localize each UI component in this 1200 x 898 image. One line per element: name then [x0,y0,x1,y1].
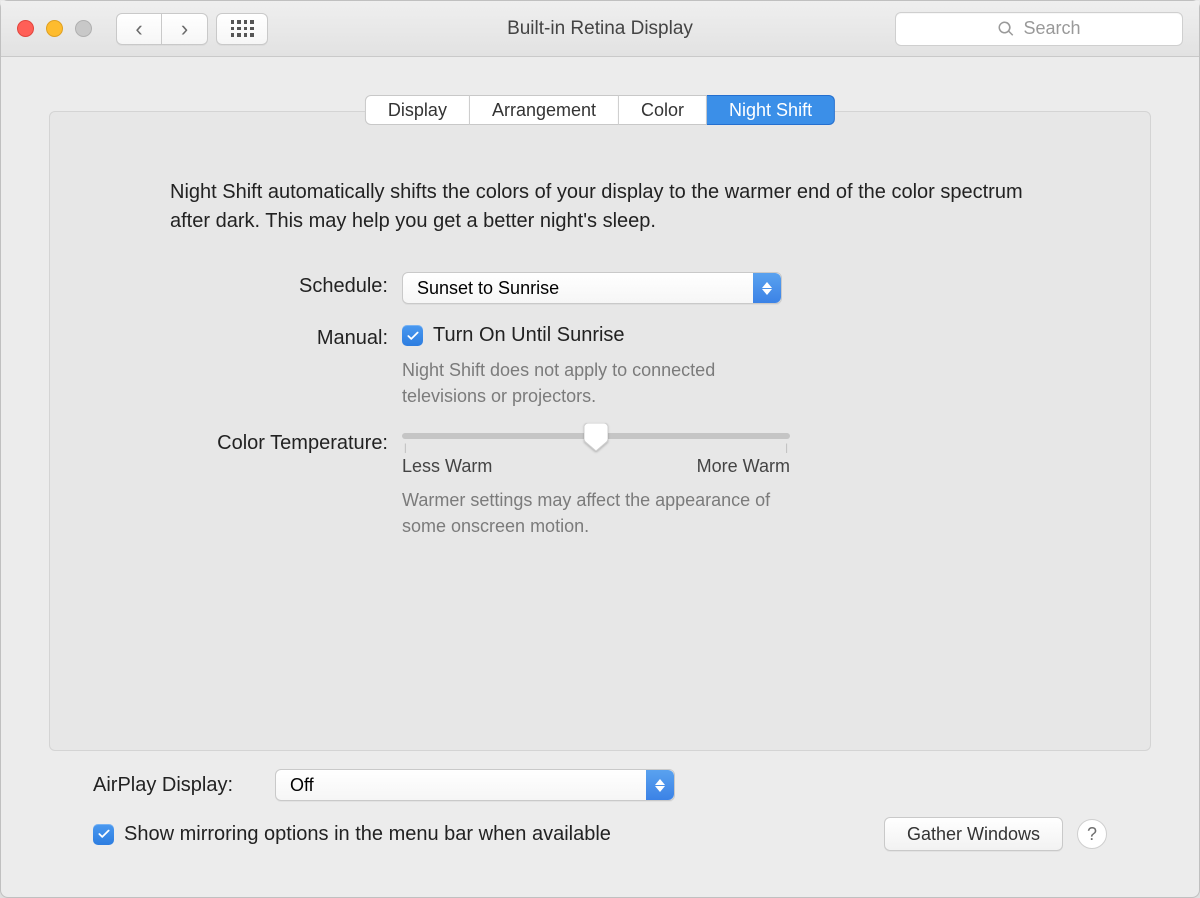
help-button[interactable]: ? [1077,819,1107,849]
temperature-row: Color Temperature: || Less Warm More War… [170,429,1030,539]
grid-icon [231,20,254,37]
search-placeholder: Search [1023,18,1080,39]
footer: AirPlay Display: Off Show [49,751,1151,873]
checkmark-icon [97,827,111,841]
help-icon: ? [1087,824,1097,845]
preferences-window: ‹ › Built-in Retina Display Search Displ… [0,0,1200,898]
manual-checkbox-label: Turn On Until Sunrise [433,324,625,347]
manual-label: Manual: [170,324,388,350]
temperature-hint: Warmer settings may affect the appearanc… [402,487,782,539]
manual-row: Manual: Turn On Until Sunrise Night Shif… [170,324,1030,409]
chevron-left-icon: ‹ [135,18,142,40]
schedule-label: Schedule: [170,272,388,298]
search-input[interactable]: Search [895,12,1183,46]
nav-segment: ‹ › [116,13,208,45]
tab-color[interactable]: Color [619,95,707,125]
chevron-right-icon: › [181,18,188,40]
search-icon [997,20,1015,38]
slider-labels: Less Warm More Warm [402,456,790,477]
search-container: Search [895,12,1183,46]
minimize-button[interactable] [46,20,63,37]
popup-stepper-icon [753,273,781,303]
airplay-popup[interactable]: Off [275,769,675,801]
schedule-value: Sunset to Sunrise [417,278,559,299]
mirroring-checkbox[interactable] [93,824,114,845]
manual-hint: Night Shift does not apply to connected … [402,357,782,409]
tab-arrangement[interactable]: Arrangement [470,95,619,125]
window-controls [17,20,92,37]
tabbar: Display Arrangement Color Night Shift [365,95,835,125]
close-button[interactable] [17,20,34,37]
temperature-slider-handle[interactable] [584,423,608,451]
back-button[interactable]: ‹ [116,13,162,45]
temperature-max-label: More Warm [697,456,790,477]
forward-button[interactable]: › [162,13,208,45]
mirroring-checkbox-label: Show mirroring options in the menu bar w… [124,823,611,846]
airplay-label: AirPlay Display: [93,774,261,797]
temperature-label: Color Temperature: [170,429,388,455]
tab-night-shift[interactable]: Night Shift [707,95,835,125]
mirroring-checkbox-row[interactable]: Show mirroring options in the menu bar w… [93,823,611,846]
checkmark-icon [406,329,420,343]
footer-bottom: Show mirroring options in the menu bar w… [93,817,1107,851]
schedule-popup[interactable]: Sunset to Sunrise [402,272,782,304]
content: Display Arrangement Color Night Shift Ni… [1,57,1199,897]
airplay-value: Off [290,775,314,796]
zoom-button[interactable] [75,20,92,37]
night-shift-panel: Night Shift automatically shifts the col… [49,111,1151,751]
schedule-row: Schedule: Sunset to Sunrise [170,272,1030,304]
toolbar: ‹ › [116,13,268,45]
gather-windows-button[interactable]: Gather Windows [884,817,1063,851]
popup-stepper-icon [646,770,674,800]
temperature-min-label: Less Warm [402,456,492,477]
manual-checkbox[interactable] [402,325,423,346]
tab-display[interactable]: Display [365,95,470,125]
manual-checkbox-row[interactable]: Turn On Until Sunrise [402,324,1030,347]
temperature-slider[interactable] [402,433,790,439]
titlebar: ‹ › Built-in Retina Display Search [1,1,1199,57]
airplay-row: AirPlay Display: Off [93,769,1107,801]
show-all-button[interactable] [216,13,268,45]
night-shift-description: Night Shift automatically shifts the col… [170,178,1030,236]
